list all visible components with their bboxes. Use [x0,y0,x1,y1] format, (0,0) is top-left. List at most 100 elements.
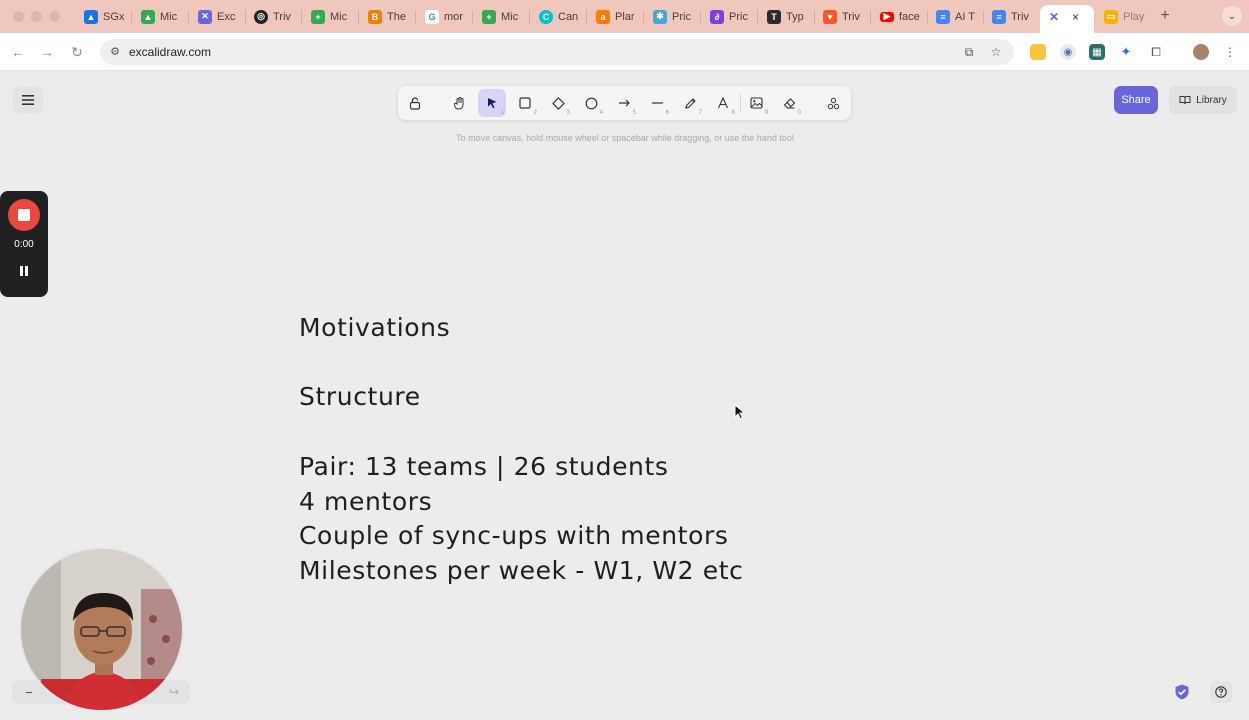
browser-tab[interactable]: + Mic [482,5,522,28]
browser-tab[interactable]: ▭ Play [1104,5,1148,28]
browser-tab[interactable]: ▲ Mic [141,5,181,28]
redo-icon[interactable]: ↪ [166,683,182,701]
site-settings-icon[interactable]: ⚙ [108,44,122,58]
extension-icon[interactable] [1030,44,1046,60]
stop-recording-button[interactable] [8,199,40,231]
browser-tab[interactable]: B The [368,5,408,28]
shield-check-icon[interactable] [1173,683,1191,701]
extensions-puzzle-icon[interactable]: ⧠ [1148,44,1164,60]
stop-icon [18,209,30,221]
window-zoom-button[interactable] [49,11,60,22]
ellipse-tool-button[interactable]: 4 [577,89,605,117]
forward-arrow-icon[interactable]: → [37,42,57,62]
library-button[interactable]: Library [1169,86,1237,114]
docs-icon: ≡ [936,9,950,24]
tab-search-chevron-icon[interactable]: ⌄ [1222,6,1242,26]
canvas-text-milestones[interactable]: Milestones per week - W1, W2 etc [299,556,743,585]
url-text[interactable]: excalidraw.com [129,45,211,59]
drawing-canvas[interactable] [0,72,1249,720]
browser-tab[interactable]: ✕ Exc [198,5,238,28]
zoom-out-button[interactable]: − [22,683,36,701]
browser-tab[interactable]: ✱ Pric [653,5,693,28]
selection-tool-button[interactable]: 1 [478,89,506,117]
tab-separator [927,10,928,24]
youtube-icon: ▶ [880,11,894,22]
main-menu-button[interactable] [13,87,43,113]
profile-avatar[interactable] [1193,44,1209,60]
extension-icon[interactable]: ◉ [1060,44,1076,60]
pointer-icon [487,98,496,109]
canvas-text-structure[interactable]: Structure [299,382,421,411]
browser-tab[interactable]: ≡ Triv [992,5,1032,28]
arrow-tool-button[interactable]: 5 [610,89,638,117]
rectangle-tool-button[interactable]: 2 [511,89,539,117]
browser-tab[interactable]: ≡ AI T [936,5,976,28]
hand-tool-button[interactable] [445,89,473,117]
google-drive-icon: ▲ [141,9,155,24]
more-tools-button[interactable] [819,89,847,117]
app-icon: a [596,9,610,24]
browser-tab[interactable]: T Typ [767,5,807,28]
tool-separator [740,94,741,112]
install-app-icon[interactable]: ⧉ [961,44,977,60]
slides-icon: ▭ [1104,9,1118,24]
rectangle-icon [519,97,531,109]
tab-separator [131,10,132,24]
window-close-button[interactable] [13,11,24,22]
draw-tool-button[interactable]: 7 [676,89,704,117]
browser-tab[interactable]: a Plar [596,5,636,28]
new-tab-button[interactable]: + [1156,7,1174,25]
canvas-text-syncups[interactable]: Couple of sync-ups with mentors [299,521,728,550]
browser-tab[interactable]: ∂ Pric [710,5,750,28]
browser-tab[interactable]: ▼ Triv [823,5,863,28]
canvas-text-mentors[interactable]: 4 mentors [299,487,432,516]
extension-icon[interactable]: ▦ [1089,44,1105,60]
browser-tab[interactable]: + Mic [311,5,351,28]
image-tool-button[interactable]: 9 [742,89,770,117]
tab-separator [757,10,758,24]
browser-tab[interactable]: ◎ Triv [254,5,294,28]
tab-separator [870,10,871,24]
eraser-tool-button[interactable]: 0 [775,89,803,117]
webcam-overlay [19,547,184,712]
recording-timer: 0:00 [14,239,34,250]
hand-icon [453,96,463,109]
tab-separator [586,10,587,24]
diamond-tool-button[interactable]: 3 [544,89,572,117]
tab-separator [700,10,701,24]
browser-tab[interactable]: ▶ face [880,5,920,28]
app-icon: ✱ [653,9,667,24]
tab-separator [245,10,246,24]
browser-tab[interactable]: ▲ SGx [84,5,124,28]
canvas-text-pair[interactable]: Pair: 13 teams | 26 students [299,452,669,481]
excalidraw-icon: ✕ [198,9,212,24]
tab-separator [814,10,815,24]
address-bar[interactable] [100,39,1014,65]
browser-menu-icon[interactable]: ⋮ [1222,44,1238,60]
brave-icon: ▼ [823,9,837,24]
browser-tab[interactable]: Gmor [425,5,465,28]
text-tool-button[interactable]: 8 [709,89,737,117]
pause-icon [20,266,28,276]
window-minimize-button[interactable] [31,11,42,22]
share-button[interactable]: Share [1114,86,1158,114]
pause-recording-button[interactable] [14,262,34,280]
google-icon: G [425,9,439,24]
bookmark-star-icon[interactable]: ☆ [988,44,1004,60]
canva-icon: C [539,9,553,24]
sheets-icon: + [311,9,325,24]
tab-separator [188,10,189,24]
close-tab-icon[interactable]: × [1072,10,1079,24]
lock-tool-button[interactable] [401,89,429,117]
extension-icon[interactable]: ✦ [1118,44,1134,60]
reload-icon[interactable]: ↻ [67,42,87,62]
help-button[interactable] [1210,681,1232,703]
back-arrow-icon[interactable]: ← [8,42,28,62]
book-icon [1179,96,1191,105]
canvas-text-motivations[interactable]: Motivations [299,313,450,342]
browser-tab[interactable]: C Can [539,5,579,28]
ellipse-icon [585,97,597,109]
line-tool-button[interactable]: 6 [643,89,671,117]
shapes-icon [827,97,839,109]
mouse-cursor-icon [734,404,746,420]
